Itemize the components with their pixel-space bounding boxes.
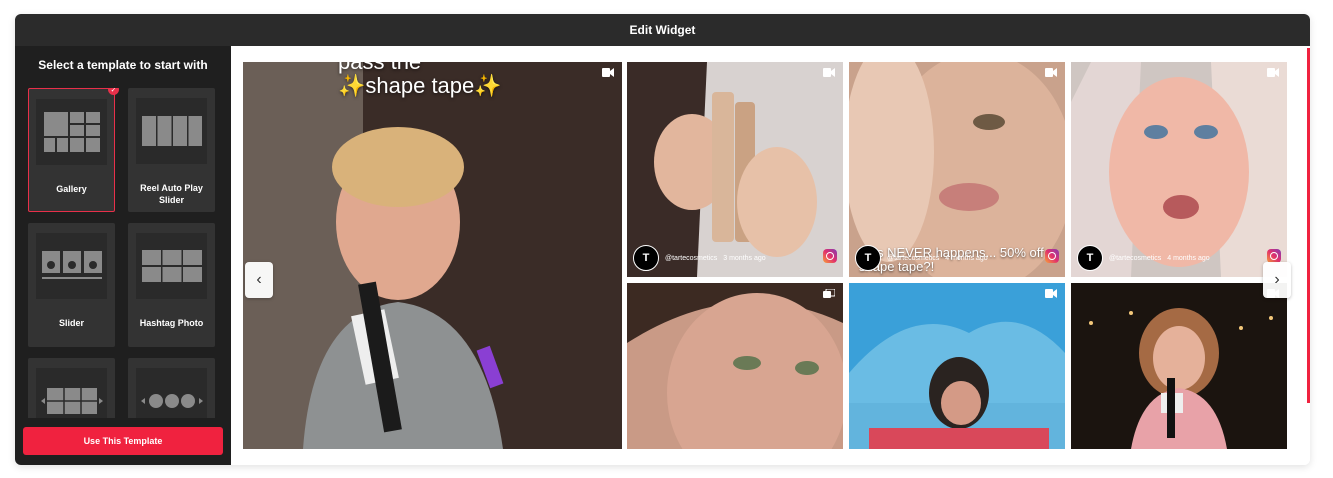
chevron-right-icon: › <box>1274 271 1280 288</box>
handle: @tartecosmetics <box>887 254 940 262</box>
gallery-preview-icon <box>36 99 107 165</box>
template-carousel[interactable] <box>28 358 115 418</box>
use-template-button[interactable]: Use This Template <box>23 427 223 455</box>
video-tile[interactable]: T @tartecosmetics 3 months ago <box>627 62 843 277</box>
handle: @tartecosmetics <box>1109 254 1162 262</box>
video-tile[interactable] <box>849 283 1065 449</box>
tile-caption: T @tartecosmetics 3 months ago <box>633 245 766 271</box>
tile-photo <box>627 283 843 449</box>
video-camera-icon <box>1045 68 1057 77</box>
handle: @tartecosmetics <box>665 254 718 262</box>
modal-header: Edit Widget <box>15 14 1310 46</box>
template-label: Slider <box>58 318 84 328</box>
avatar: T <box>633 245 659 271</box>
video-camera-icon <box>602 68 614 77</box>
tile-caption: T @tartecosmetics 4 months ago <box>855 245 988 271</box>
template-label: Reel Auto Play Slider <box>140 183 203 205</box>
instagram-icon <box>823 249 837 263</box>
video-camera-icon <box>823 68 835 77</box>
circles-preview-icon <box>136 368 207 418</box>
template-gallery[interactable]: ✓ Gallery <box>28 88 119 212</box>
timestamp: 4 months ago <box>1167 254 1210 262</box>
sidebar-title: Select a template to start with <box>38 58 208 72</box>
reel-slider-preview-icon <box>136 98 207 164</box>
featured-video-tile[interactable]: pass the ✨shape tape✨ <box>243 62 622 449</box>
timestamp: 3 months ago <box>723 254 766 262</box>
video-tile[interactable] <box>1071 283 1287 449</box>
template-hashtag-photo[interactable]: Hashtag Photo <box>128 223 215 347</box>
instagram-icon <box>1267 249 1281 263</box>
slider-preview-icon <box>36 233 107 299</box>
tile-photo <box>849 283 1065 449</box>
gallery-multi-icon <box>823 289 835 298</box>
edit-widget-modal: Edit Widget Select a template to start w… <box>15 14 1310 465</box>
carousel-preview-icon <box>36 368 107 418</box>
scrollbar[interactable] <box>1307 48 1310 403</box>
video-tile[interactable]: This NEVER happens... 50% off shape tape… <box>849 62 1065 277</box>
video-camera-icon <box>1045 289 1057 298</box>
check-icon: ✓ <box>108 88 119 95</box>
timestamp: 4 months ago <box>945 254 988 262</box>
carousel-tile[interactable] <box>627 283 843 449</box>
prev-arrow-button[interactable]: ‹ <box>245 262 273 298</box>
template-reel-auto-play-slider[interactable]: Reel Auto Play Slider <box>128 88 215 212</box>
chevron-left-icon: ‹ <box>256 271 262 288</box>
template-sidebar: Select a template to start with ✓ Galler… <box>15 46 231 465</box>
instagram-icon <box>1045 249 1059 263</box>
featured-overlay-text: pass the ✨shape tape✨ <box>338 62 502 98</box>
template-slider[interactable]: Slider <box>28 223 115 347</box>
tile-caption: T @tartecosmetics 4 months ago <box>1077 245 1210 271</box>
featured-photo <box>243 62 622 449</box>
template-label: Gallery <box>56 184 87 194</box>
avatar: T <box>1077 245 1103 271</box>
modal-title: Edit Widget <box>629 23 696 37</box>
video-camera-icon <box>1267 68 1279 77</box>
avatar: T <box>855 245 881 271</box>
hashtag-photo-preview-icon <box>136 233 207 299</box>
template-label: Hashtag Photo <box>139 318 204 328</box>
next-arrow-button[interactable]: › <box>1263 262 1291 298</box>
widget-preview: pass the ✨shape tape✨ T <box>231 46 1310 465</box>
template-list: ✓ Gallery Reel Auto Play Slider Slider H… <box>15 88 231 418</box>
video-tile[interactable]: T @tartecosmetics 4 months ago <box>1071 62 1287 277</box>
tile-photo <box>1071 283 1287 449</box>
template-circles[interactable] <box>128 358 215 418</box>
